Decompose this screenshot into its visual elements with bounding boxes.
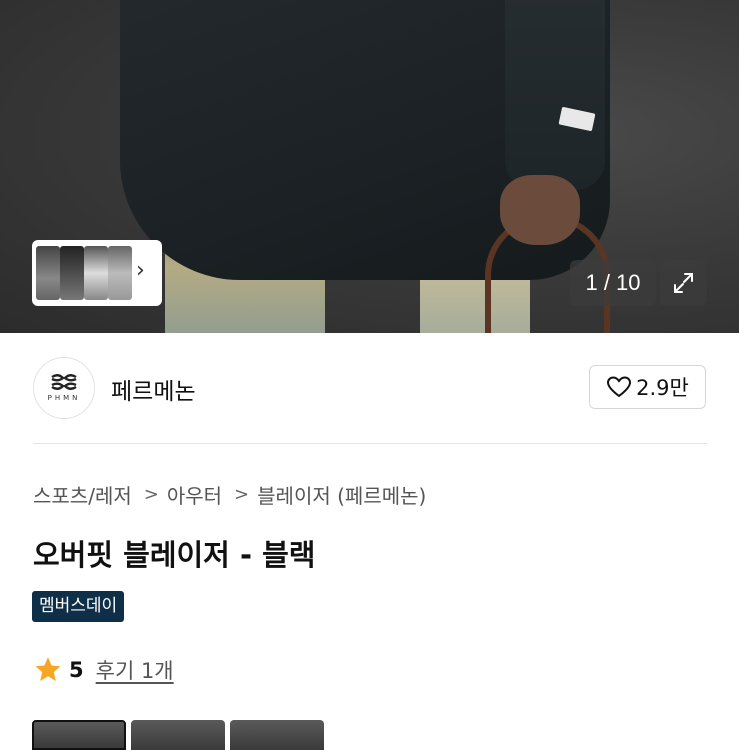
chevron-right-icon: > <box>143 484 159 505</box>
image-sleeve <box>505 0 605 190</box>
variant-thumbnails <box>32 720 324 750</box>
chevron-right-icon: > <box>234 484 250 505</box>
mini-thumbnail <box>84 246 108 300</box>
variant-thumbnail[interactable] <box>32 720 126 750</box>
product-title: 오버핏 블레이저 - 블랙 <box>33 538 316 572</box>
mini-thumbnail <box>60 246 84 300</box>
review-link[interactable]: 후기 1개 <box>96 655 174 685</box>
breadcrumb-item[interactable]: 블레이저 (페르메논) <box>257 480 426 509</box>
expand-button[interactable] <box>660 260 707 306</box>
breadcrumb: 스포츠/레저 > 아우터 > 블레이저 (페르메논) <box>33 480 426 509</box>
rating-row: 5 후기 1개 <box>33 655 174 685</box>
heart-icon <box>607 376 632 398</box>
mini-thumbnail <box>36 246 60 300</box>
seller-logo[interactable]: PHMN <box>33 357 95 419</box>
breadcrumb-item[interactable]: 스포츠/레저 <box>33 480 132 509</box>
variant-thumbnail[interactable] <box>230 720 324 750</box>
image-counter: 1 / 10 <box>570 260 656 306</box>
like-count: 2.9만 <box>636 376 689 400</box>
brand-logo-mark <box>51 374 77 390</box>
chevron-right-icon: › <box>136 258 145 283</box>
star-icon <box>35 657 61 681</box>
image-hand <box>500 175 580 245</box>
breadcrumb-item[interactable]: 아우터 <box>167 480 222 509</box>
thumbnail-strip-button[interactable]: › <box>32 240 162 306</box>
mini-thumbnail <box>108 246 132 300</box>
product-image-gallery[interactable]: › 1 / 10 <box>0 0 739 333</box>
like-button[interactable]: 2.9만 <box>589 365 706 409</box>
promo-badge: 멤버스데이 <box>32 591 125 622</box>
expand-icon <box>674 273 693 293</box>
variant-thumbnail[interactable] <box>131 720 225 750</box>
seller-name[interactable]: 페르메논 <box>111 372 196 406</box>
rating-score: 5 <box>69 658 84 682</box>
divider <box>33 443 707 444</box>
brand-logo-text: PHMN <box>47 394 81 402</box>
